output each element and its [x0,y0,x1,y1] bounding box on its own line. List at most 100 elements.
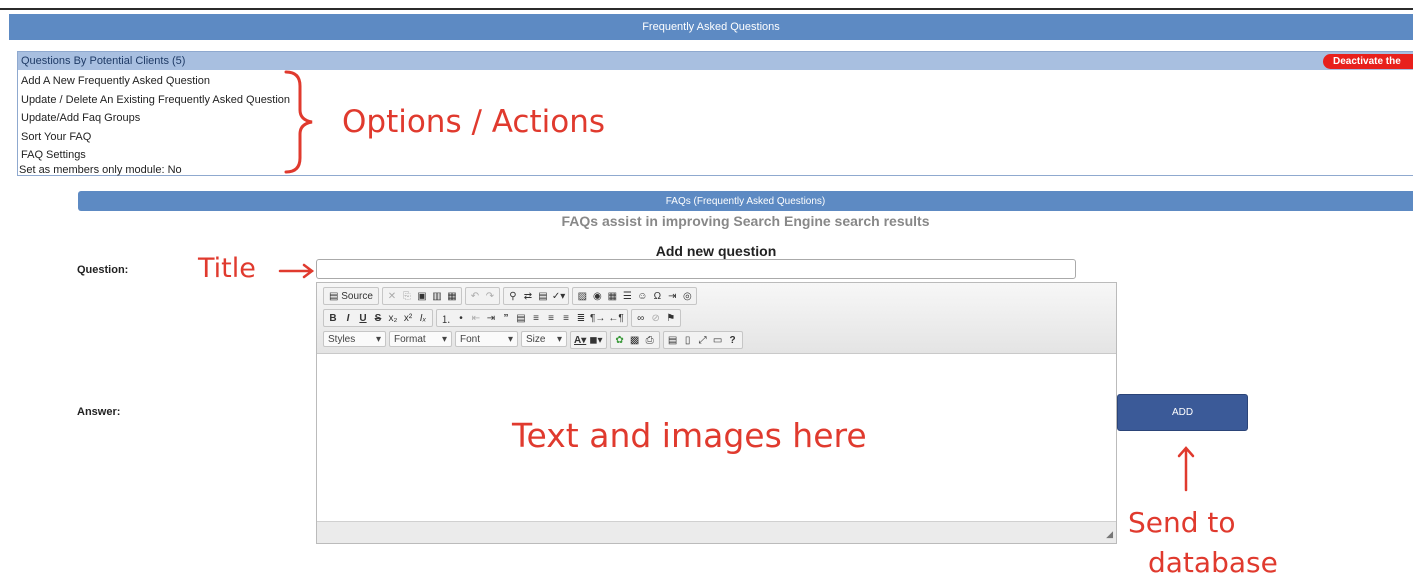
subscript-icon[interactable]: x₂ [386,311,400,325]
brace-annotation [284,70,313,174]
tools-group: ▤ ▯ ⤢ ▭ ? [662,331,743,349]
media-icon[interactable]: ▩ [628,333,642,347]
link-group: ∞ ⊘ ⚑ [630,309,681,327]
font-dropdown-label: Font [460,333,481,345]
link-icon[interactable]: ∞ [634,311,648,325]
styles-dropdown-label: Styles [328,333,356,345]
insert-group: ▨ ◉ ▦ ☰ ☺ Ω ⇥ ◎ [572,287,698,305]
anchor-icon[interactable]: ⚑ [664,311,678,325]
source-button[interactable]: ▤ Source [326,289,376,303]
iframe-icon[interactable]: ◎ [680,289,694,303]
table-icon[interactable]: ▦ [605,289,619,303]
members-only-setting: Set as members only module: No [19,164,182,176]
toolbar-row-1: ▤ Source ✕ ⎘ ▣ ▥ ▦ ↶ ↷ ⚲ ⇄ ▤ ✓▾ ▨ ◉ ▦ ☰ … [323,287,698,305]
flash-icon[interactable]: ◉ [590,289,604,303]
outdent-icon[interactable]: ⇤ [469,311,483,325]
maximize-icon[interactable]: ⤢ [696,333,710,347]
faq-subtitle: FAQs assist in improving Search Engine s… [561,213,930,229]
remove-format-icon[interactable]: Iₓ [416,311,430,325]
superscript-icon[interactable]: x² [401,311,415,325]
bg-color-icon[interactable]: ◼▾ [588,333,603,347]
options-header-title: Questions By Potential Clients (5) [21,55,186,67]
annotation-send-line1: Send to [1128,506,1236,539]
blockquote-icon[interactable]: ” [499,311,513,325]
page-break-icon[interactable]: ⇥ [665,289,679,303]
div-icon[interactable]: ▤ [514,311,528,325]
indent-icon[interactable]: ⇥ [484,311,498,325]
editor-toolbar: ▤ Source ✕ ⎘ ▣ ▥ ▦ ↶ ↷ ⚲ ⇄ ▤ ✓▾ ▨ ◉ ▦ ☰ … [317,283,1116,354]
answer-label: Answer: [77,406,121,418]
question-input[interactable] [316,259,1076,279]
ltr-icon[interactable]: ¶→ [589,311,606,325]
preview-icon[interactable]: ⎙ [643,333,657,347]
size-dropdown[interactable]: Size ▾ [521,331,567,347]
bulleted-list-icon[interactable]: • [454,311,468,325]
paste-word-icon[interactable]: ▦ [445,289,459,303]
source-label: Source [341,290,373,302]
color-group: A▾ ◼▾ [570,331,607,349]
annotation-title: Title [198,253,256,284]
unlink-icon[interactable]: ⊘ [649,311,663,325]
numbered-list-icon[interactable]: ⒈ [439,311,453,326]
find-icon[interactable]: ⚲ [506,289,520,303]
form-title: Add new question [655,243,777,259]
rtl-icon[interactable]: ←¶ [607,311,624,325]
option-add-faq[interactable]: Add A New Frequently Asked Question [21,72,290,91]
chevron-down-icon: ▾ [441,333,447,345]
annotation-send-line2: database [1148,546,1278,579]
annotation-text-images: Text and images here [512,416,867,455]
cut-icon[interactable]: ✕ [385,289,399,303]
select-all-icon[interactable]: ▤ [536,289,550,303]
image-upload-icon[interactable]: ✿ [613,333,627,347]
source-group: ▤ Source [323,287,379,305]
rich-text-editor: ▤ Source ✕ ⎘ ▣ ▥ ▦ ↶ ↷ ⚲ ⇄ ▤ ✓▾ ▨ ◉ ▦ ☰ … [316,282,1117,544]
redo-icon[interactable]: ↷ [483,289,497,303]
replace-icon[interactable]: ⇄ [521,289,535,303]
format-dropdown[interactable]: Format ▾ [389,331,452,347]
italic-icon[interactable]: I [341,311,355,325]
option-update-delete-faq[interactable]: Update / Delete An Existing Frequently A… [21,91,290,110]
resize-grip-icon[interactable]: ◢ [1106,529,1113,540]
align-center-icon[interactable]: ≡ [544,311,558,325]
option-faq-settings[interactable]: FAQ Settings [21,146,290,165]
help-icon[interactable]: ? [726,333,740,347]
copy-icon[interactable]: ⎘ [400,289,414,303]
undo-icon[interactable]: ↶ [468,289,482,303]
toolbar-row-3: Styles ▾ Format ▾ Font ▾ Size ▾ A▾ ◼▾ ✿ ▩ ⎙ … [323,331,743,349]
basic-style-group: B I U S x₂ x² Iₓ [323,309,433,327]
smiley-icon[interactable]: ☺ [635,289,649,303]
spellcheck-icon[interactable]: ✓▾ [551,289,566,303]
annotation-options-actions: Options / Actions [342,104,606,140]
undo-group: ↶ ↷ [464,287,500,305]
text-color-icon[interactable]: A▾ [573,333,587,347]
find-group: ⚲ ⇄ ▤ ✓▾ [502,287,570,305]
paste-text-icon[interactable]: ▥ [430,289,444,303]
top-rule [0,8,1413,10]
strike-icon[interactable]: S [371,311,385,325]
question-label: Question: [77,264,129,276]
chevron-down-icon: ▾ [375,333,381,345]
size-dropdown-label: Size [526,333,546,345]
option-faq-groups[interactable]: Update/Add Faq Groups [21,109,290,128]
styles-dropdown[interactable]: Styles ▾ [323,331,386,347]
option-sort-faq[interactable]: Sort Your FAQ [21,128,290,147]
show-blocks-icon[interactable]: ▭ [711,333,725,347]
templates-icon[interactable]: ▤ [666,333,680,347]
annotation-title-text: Title [198,253,256,284]
editor-status-bar: ◢ [317,521,1116,543]
bold-icon[interactable]: B [326,311,340,325]
add-button[interactable]: ADD [1117,394,1248,431]
faq-section-bar: FAQs (Frequently Asked Questions) [78,191,1413,211]
special-char-icon[interactable]: Ω [650,289,664,303]
deactivate-button[interactable]: Deactivate the [1323,54,1413,69]
paste-icon[interactable]: ▣ [415,289,429,303]
align-right-icon[interactable]: ≡ [559,311,573,325]
image-icon[interactable]: ▨ [575,289,589,303]
font-dropdown[interactable]: Font ▾ [455,331,518,347]
underline-icon[interactable]: U [356,311,370,325]
justify-icon[interactable]: ≣ [574,311,588,325]
horizontal-rule-icon[interactable]: ☰ [620,289,634,303]
page-banner: Frequently Asked Questions [9,14,1413,40]
new-page-icon[interactable]: ▯ [681,333,695,347]
align-left-icon[interactable]: ≡ [529,311,543,325]
